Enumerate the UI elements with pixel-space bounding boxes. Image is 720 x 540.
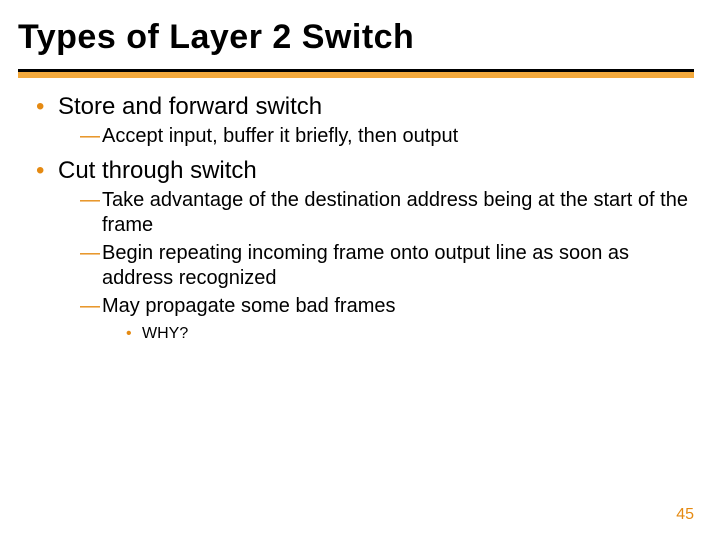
slide-title: Types of Layer 2 Switch xyxy=(18,18,694,63)
title-underline xyxy=(18,69,694,78)
sub-text: May propagate some bad frames xyxy=(102,295,396,317)
subsub-text: WHY? xyxy=(142,325,188,342)
slide: Types of Layer 2 Switch Store and forwar… xyxy=(0,0,720,540)
sub-item: Begin repeating incoming frame onto outp… xyxy=(80,241,694,292)
subsub-item: WHY? xyxy=(126,324,694,345)
sub-list: Accept input, buffer it briefly, then ou… xyxy=(58,124,694,150)
bullet-list: Store and forward switch Accept input, b… xyxy=(18,92,694,344)
bullet-text: Cut through switch xyxy=(58,157,257,184)
sub-item: May propagate some bad frames WHY? xyxy=(80,294,694,344)
page-number: 45 xyxy=(676,506,694,524)
bullet-text: Store and forward switch xyxy=(58,93,322,120)
rule-orange xyxy=(18,72,694,78)
sub-text: Accept input, buffer it briefly, then ou… xyxy=(102,125,458,147)
bullet-item: Cut through switch Take advantage of the… xyxy=(36,156,694,345)
sub-item: Take advantage of the destination addres… xyxy=(80,188,694,239)
sub-list: Take advantage of the destination addres… xyxy=(58,188,694,345)
sub-item: Accept input, buffer it briefly, then ou… xyxy=(80,124,694,150)
bullet-item: Store and forward switch Accept input, b… xyxy=(36,92,694,150)
subsub-list: WHY? xyxy=(102,324,694,345)
sub-text: Take advantage of the destination addres… xyxy=(102,189,688,237)
sub-text: Begin repeating incoming frame onto outp… xyxy=(102,242,629,290)
